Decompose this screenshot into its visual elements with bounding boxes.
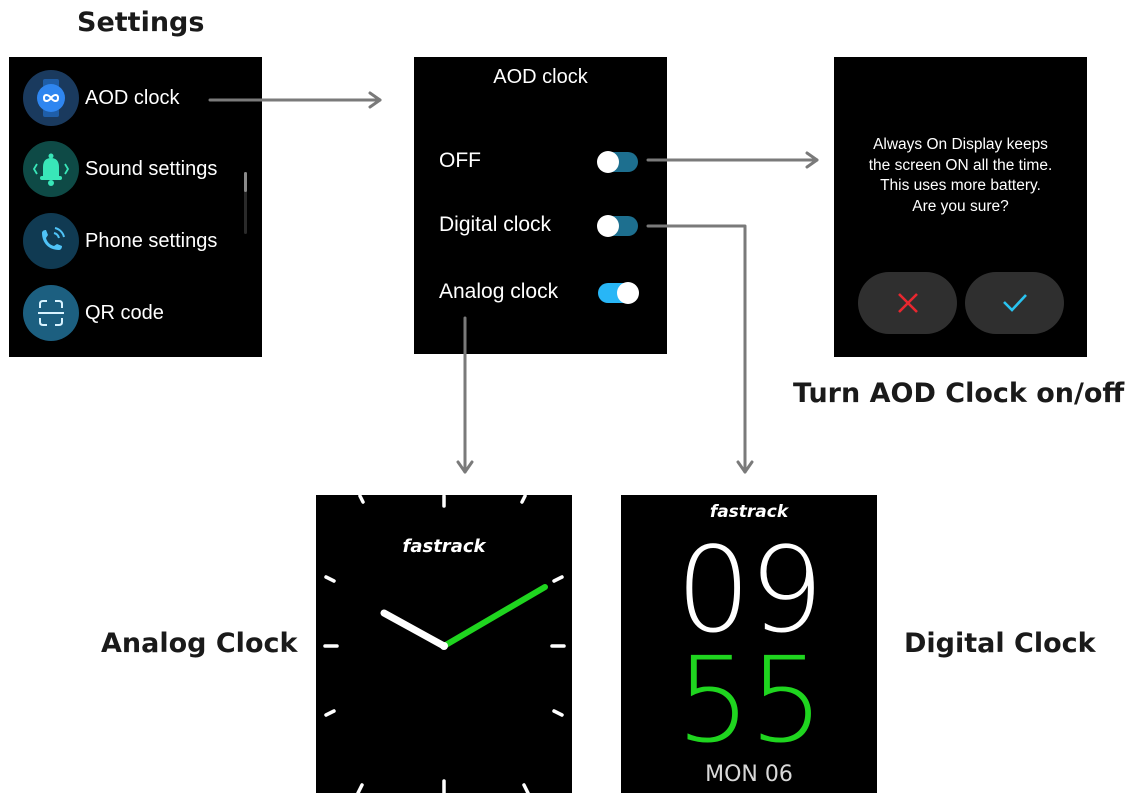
flow-arrows bbox=[208, 91, 819, 474]
